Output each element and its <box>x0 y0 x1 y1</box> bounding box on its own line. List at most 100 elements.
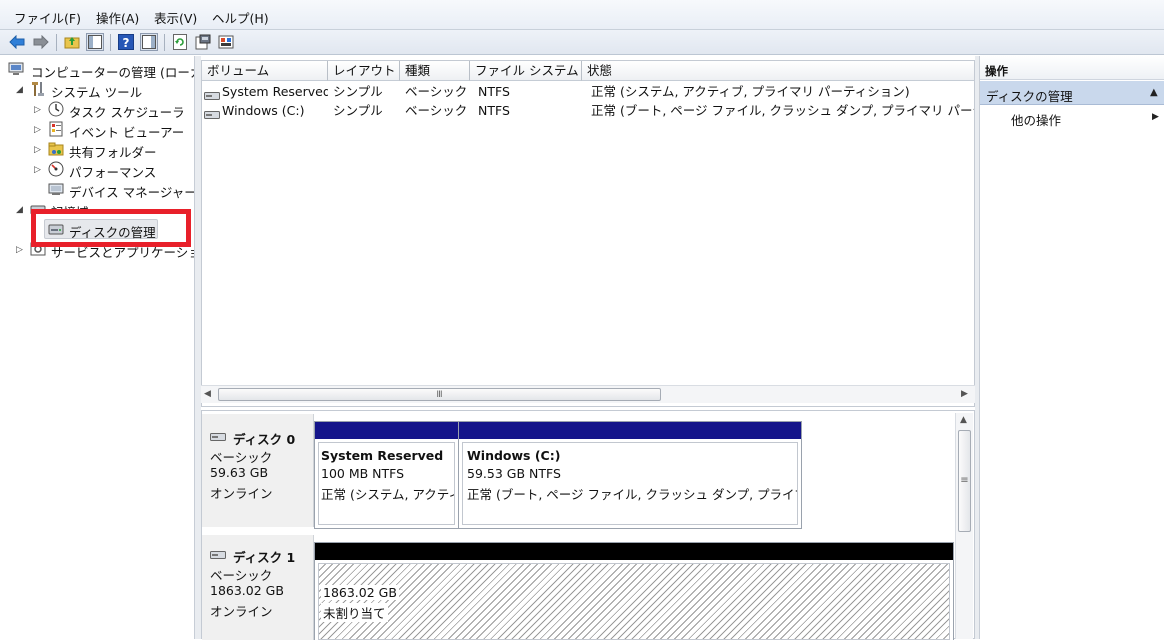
scroll-right-icon[interactable]: ▶ <box>961 389 968 399</box>
collapsed-triangle-icon[interactable]: ▷ <box>34 165 44 175</box>
menu-action[interactable]: 操作(A) <box>96 8 139 27</box>
partition-unallocated[interactable]: 1863.02 GB 未割り当て <box>314 542 954 640</box>
column-header-filesystem[interactable]: ファイル システム <box>470 61 582 81</box>
action-label: 他の操作 <box>1011 113 1062 128</box>
disk-name: ディスク 0 <box>233 432 296 447</box>
tree-label: タスク スケジューラ <box>69 105 185 120</box>
disk-1-info[interactable]: ディスク 1 ベーシック 1863.02 GB オンライン <box>202 535 314 640</box>
tree-label: 共有フォルダー <box>69 145 157 160</box>
menu-bar: ファイル(F) 操作(A) 表示(V) ヘルプ(H) <box>0 0 1164 30</box>
vertical-scroll-thumb[interactable]: ≡ <box>958 430 971 532</box>
actions-title: 操作 <box>985 64 1008 78</box>
menu-view[interactable]: 表示(V) <box>154 8 197 27</box>
volume-type: ベーシック <box>405 84 468 99</box>
tree-node-device-manager[interactable]: デバイス マネージャー <box>48 181 195 200</box>
scroll-left-icon[interactable]: ◀ <box>204 389 211 399</box>
disk-status: オンライン <box>210 604 273 619</box>
menu-help[interactable]: ヘルプ(H) <box>212 8 269 27</box>
partition-bar <box>315 422 458 439</box>
horizontal-scrollbar[interactable]: ◀ Ⅲ ▶ <box>201 385 975 403</box>
collapsed-triangle-icon[interactable]: ▷ <box>16 245 26 255</box>
collapsed-triangle-icon[interactable]: ▷ <box>34 125 44 135</box>
tree-label: コンピューターの管理 (ローカル) <box>31 65 194 80</box>
column-header-type[interactable]: 種類 <box>400 61 470 81</box>
horizontal-scroll-thumb[interactable]: Ⅲ <box>218 388 661 401</box>
expanded-triangle-icon[interactable]: ◢ <box>16 85 26 95</box>
partition-system-reserved[interactable]: System Reserved 100 MB NTFS 正常 (システム, アク… <box>314 421 459 529</box>
show-action-pane-icon[interactable] <box>140 33 158 51</box>
table-row[interactable]: Windows (C:) <box>204 101 328 120</box>
tree-label: デバイス マネージャー <box>69 185 195 200</box>
table-row[interactable]: System Reserved <box>204 82 328 101</box>
volume-status: 正常 (システム, アクティブ, プライマリ パーティション) <box>591 84 910 99</box>
disk-management-icon <box>48 221 64 237</box>
help-icon[interactable]: ? <box>117 33 135 51</box>
toolbar-separator <box>164 34 165 51</box>
column-header-volume[interactable]: ボリューム <box>202 61 328 81</box>
partition-size: 59.53 GB NTFS <box>467 466 561 481</box>
disk-0-info[interactable]: ディスク 0 ベーシック 59.63 GB オンライン <box>202 414 314 527</box>
tree-node-task-scheduler[interactable]: ▷ タスク スケジューラ <box>34 101 194 120</box>
partition-status: 未割り当て <box>321 603 388 622</box>
partition-size: 100 MB NTFS <box>321 466 405 481</box>
actions-section-label: ディスクの管理 <box>986 89 1073 104</box>
shared-folder-icon <box>48 141 64 157</box>
unallocated-hatch <box>318 563 950 640</box>
volume-layout: シンプル <box>333 103 383 118</box>
performance-gauge-icon <box>48 161 64 177</box>
forward-arrow-icon[interactable] <box>32 33 50 51</box>
volume-type: ベーシック <box>405 103 468 118</box>
disk-drive-icon <box>210 548 226 563</box>
collapsed-triangle-icon[interactable]: ▷ <box>34 145 44 155</box>
tree-node-computer-management[interactable]: コンピューターの管理 (ローカル) <box>8 61 194 80</box>
submenu-arrow-icon: ▶ <box>1152 112 1159 122</box>
tree-label: ディスクの管理 <box>69 225 156 240</box>
partition-status: 正常 (システム, アクティブ, プライマリ パーティション) <box>321 487 454 502</box>
column-header-status[interactable]: 状態 <box>582 61 974 81</box>
event-viewer-icon <box>48 121 64 137</box>
volume-drive-icon <box>204 106 220 120</box>
console-tree: コンピューターの管理 (ローカル) ◢ システム ツール ▷ タスク スケジュー… <box>0 56 195 639</box>
partition-size: 1863.02 GB <box>321 585 399 600</box>
scroll-up-icon[interactable]: ▲ <box>960 415 967 425</box>
disk-status: オンライン <box>210 486 273 501</box>
vertical-scrollbar[interactable]: ▲ ≡ <box>955 413 973 639</box>
disk-type: ベーシック <box>210 568 273 583</box>
disk-name: ディスク 1 <box>233 550 296 565</box>
volume-filesystem: NTFS <box>478 84 510 99</box>
tree-node-event-viewer[interactable]: ▷ イベント ビューアー <box>34 121 194 140</box>
tree-node-shared-folders[interactable]: ▷ 共有フォルダー <box>34 141 194 160</box>
disk-properties-icon[interactable] <box>217 33 235 51</box>
partition-title: System Reserved <box>321 448 444 463</box>
actions-section-disk-management[interactable]: ディスクの管理 ▲ <box>980 81 1164 105</box>
disk-type: ベーシック <box>210 450 273 465</box>
refresh-icon[interactable] <box>171 33 189 51</box>
back-arrow-icon[interactable] <box>8 33 26 51</box>
volume-drive-icon <box>204 87 220 101</box>
menu-file[interactable]: ファイル(F) <box>14 8 81 27</box>
partition-title: Windows (C:) <box>467 448 561 463</box>
partition-status: 正常 (ブート, ページ ファイル, クラッシュ ダンプ, プライマリ パーティ… <box>467 487 797 502</box>
volume-status: 正常 (ブート, ページ ファイル, クラッシュ ダンプ, プライマリ パーティ… <box>591 103 974 118</box>
actions-pane: 操作 ディスクの管理 ▲ 他の操作 ▶ <box>979 56 1164 639</box>
disk-size: 59.63 GB <box>210 465 269 480</box>
system-tools-icon <box>30 81 46 97</box>
clock-icon <box>48 101 64 117</box>
up-folder-icon[interactable] <box>63 33 81 51</box>
toolbar-separator <box>110 34 111 51</box>
svg-text:?: ? <box>123 36 130 50</box>
collapse-up-icon[interactable]: ▲ <box>1150 87 1158 98</box>
properties-icon[interactable] <box>194 33 212 51</box>
column-header-layout[interactable]: レイアウト <box>328 61 400 81</box>
partition-windows-c[interactable]: Windows (C:) 59.53 GB NTFS 正常 (ブート, ページ … <box>458 421 802 529</box>
collapsed-triangle-icon[interactable]: ▷ <box>34 105 44 115</box>
partition-bar <box>459 422 801 439</box>
action-more-actions[interactable]: 他の操作 ▶ <box>980 107 1164 128</box>
tree-node-system-tools[interactable]: ◢ システム ツール <box>16 81 194 100</box>
actions-header: 操作 <box>980 56 1164 80</box>
tree-node-disk-management[interactable]: ディスクの管理 <box>44 219 158 240</box>
computer-management-icon <box>8 61 24 77</box>
expanded-triangle-icon[interactable]: ◢ <box>16 205 26 215</box>
show-tree-icon[interactable] <box>86 33 104 51</box>
tree-node-performance[interactable]: ▷ パフォーマンス <box>34 161 194 180</box>
